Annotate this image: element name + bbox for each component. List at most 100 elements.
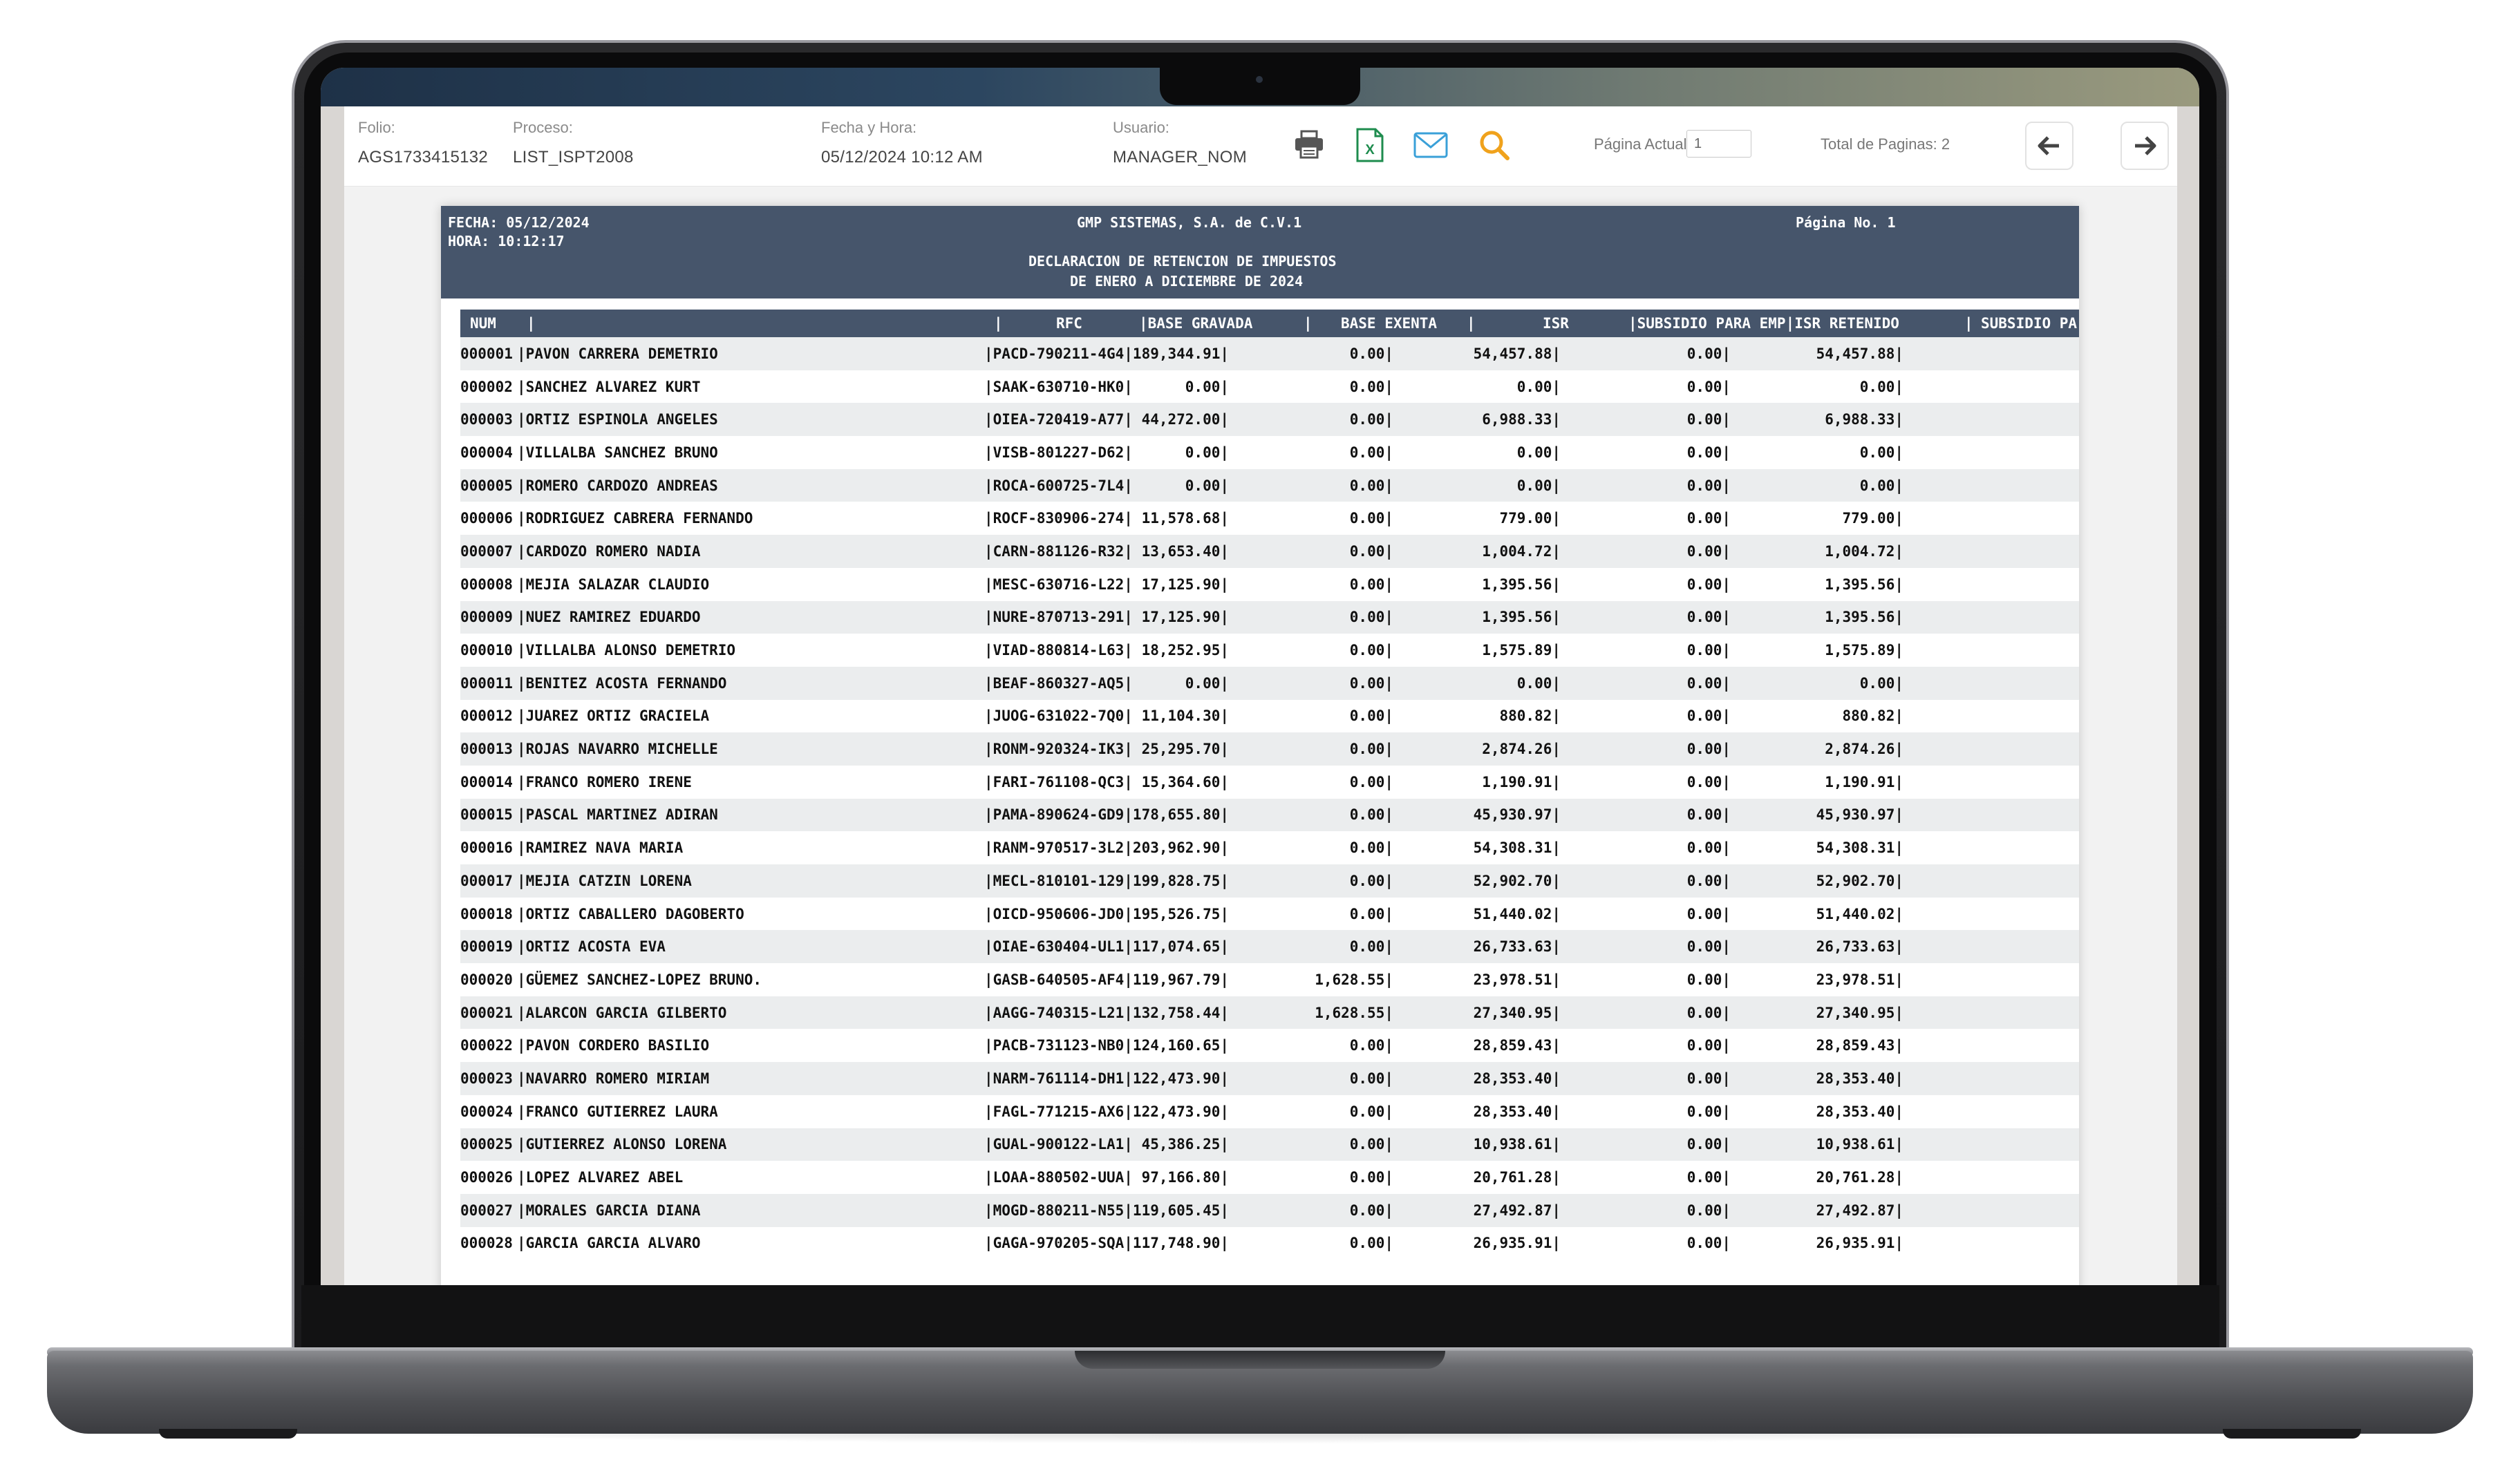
- usuario-field: Usuario: MANAGER_NOM: [1113, 119, 1247, 167]
- proceso-field: Proceso: LIST_ISPT2008: [513, 119, 634, 167]
- cell-num: 000027: [460, 1202, 513, 1219]
- cell-name: |JUAREZ ORTIZ GRACIELA: [517, 708, 710, 725]
- cell-num: 000021: [460, 1004, 513, 1021]
- table-row: 000016 |RAMIREZ NAVA MARIA |RANM-970517-3L…: [460, 831, 2079, 864]
- cell-name: |RODRIGUEZ CABRERA FERNANDO: [517, 510, 753, 527]
- col-base-exenta: BASE EXENTA: [1341, 315, 1438, 332]
- cell-num: 000015: [460, 806, 513, 824]
- report-page-number: Página No. 1: [1796, 214, 1896, 231]
- mail-icon[interactable]: [1410, 124, 1451, 166]
- table-row: 000023 |NAVARRO ROMERO MIRIAM |NARM-761114…: [460, 1062, 2079, 1095]
- cell-num: 000006: [460, 510, 513, 527]
- excel-icon[interactable]: X: [1349, 124, 1391, 166]
- col-num: NUM: [470, 315, 496, 332]
- col-rfc: RFC: [1056, 315, 1082, 332]
- cell-isr-retenido: 23,978.51|: [1816, 971, 1903, 988]
- table-row: 000024 |FRANCO GUTIERREZ LAURA |FAGL-77121…: [460, 1094, 2079, 1128]
- cell-name: |GARCIA GARCIA ALVARO: [517, 1235, 701, 1252]
- cell-isr-retenido: 27,492.87|: [1816, 1202, 1903, 1219]
- fecha-value: 05/12/2024 10:12 AM: [821, 148, 983, 167]
- cell-name: |ORTIZ CABALLERO DAGOBERTO: [517, 905, 744, 922]
- cell-name: |GUTIERREZ ALONSO LORENA: [517, 1136, 727, 1153]
- cell-num: 000008: [460, 576, 513, 593]
- report-page: FECHA: 05/12/2024 HORA: 10:12:17 GMP SIS…: [441, 206, 2079, 1285]
- laptop-opening-notch: [1075, 1351, 1445, 1369]
- cell-name: |VILLALBA ALONSO DEMETRIO: [517, 642, 736, 659]
- report-canvas[interactable]: FECHA: 05/12/2024 HORA: 10:12:17 GMP SIS…: [344, 187, 2177, 1285]
- folio-field: Folio: AGS1733415132: [358, 119, 488, 167]
- cell-num: 000020: [460, 971, 513, 988]
- cell-isr-retenido: 45,930.97|: [1816, 806, 1903, 824]
- table-row: 000010 |VILLALBA ALONSO DEMETRIO |VIAD-880…: [460, 634, 2079, 667]
- cell-num: 000028: [460, 1235, 513, 1252]
- table-row: 000026 |LOPEZ ALVAREZ ABEL |LOAA-880502-UU…: [460, 1161, 2079, 1194]
- print-icon[interactable]: [1288, 124, 1330, 166]
- cell-isr-retenido: 6,988.33|: [1825, 411, 1903, 428]
- cell-num: 000018: [460, 905, 513, 922]
- col-sep: |: [994, 315, 1003, 332]
- cell-num: 000016: [460, 839, 513, 857]
- cell-num: 000022: [460, 1037, 513, 1054]
- col-sep: |: [1964, 315, 1973, 332]
- fecha-label: Fecha y Hora:: [821, 119, 917, 136]
- cell-isr-retenido: 26,733.63|: [1816, 938, 1903, 956]
- cell-isr-retenido: 10,938.61|: [1816, 1136, 1903, 1153]
- search-icon[interactable]: [1474, 124, 1515, 166]
- cell-isr-retenido: 0.00|: [1859, 477, 1903, 494]
- cell-isr-retenido: 880.82|: [1842, 708, 1903, 725]
- cell-isr-retenido: 28,859.43|: [1816, 1037, 1903, 1054]
- cell-num: 000024: [460, 1103, 513, 1120]
- cell-name: |ROJAS NAVARRO MICHELLE: [517, 741, 718, 758]
- table-body: 000001 |PAVON CARRERA DEMETRIO |PACD-79021…: [460, 337, 2079, 1260]
- cell-isr-retenido: 1,190.91|: [1825, 773, 1903, 790]
- camera-notch: [1160, 66, 1360, 105]
- cell-isr-retenido: 28,353.40|: [1816, 1070, 1903, 1087]
- cell-isr-retenido: 1,004.72|: [1825, 542, 1903, 560]
- cell-isr-retenido: 20,761.28|: [1816, 1169, 1903, 1186]
- cell-isr-retenido: 779.00|: [1842, 510, 1903, 527]
- pagina-actual-input[interactable]: [1686, 130, 1751, 158]
- viewer-toolbar: Folio: AGS1733415132 Proceso: LIST_ISPT2…: [344, 106, 2177, 187]
- table-row: 000022 |PAVON CORDERO BASILIO |PACB-731123…: [460, 1029, 2079, 1063]
- screen-bezel: [301, 1285, 2219, 1353]
- cell-name: |ROMERO CARDOZO ANDREAS: [517, 477, 718, 494]
- cell-num: 000013: [460, 741, 513, 758]
- cell-name: |CARDOZO ROMERO NADIA: [517, 542, 701, 560]
- cell-num: 000025: [460, 1136, 513, 1153]
- table-row: 000009 |NUEZ RAMIREZ EDUARDO |NURE-870713-…: [460, 600, 2079, 634]
- table-row: 000025 |GUTIERREZ ALONSO LORENA |GUAL-9001…: [460, 1128, 2079, 1161]
- table-row: 000028 |GARCIA GARCIA ALVARO |GAGA-970205-…: [460, 1226, 2079, 1260]
- next-page-button[interactable]: [2121, 122, 2169, 170]
- table-row: 000015 |PASCAL MARTINEZ ADIRAN |PAMA-89062…: [460, 798, 2079, 832]
- cell-isr-retenido: 1,395.56|: [1825, 576, 1903, 593]
- report-subtitle: DE ENERO A DICIEMBRE DE 2024: [1070, 273, 1304, 290]
- cell-num: 000002: [460, 378, 513, 395]
- cell-name: |GÜEMEZ SANCHEZ-LOPEZ BRUNO.: [517, 971, 762, 988]
- usuario-label: Usuario:: [1113, 119, 1169, 136]
- cell-name: |ALARCON GARCIA GILBERTO: [517, 1004, 727, 1021]
- col-sep: |: [1304, 315, 1313, 332]
- table-row: 000017 |MEJIA CATZIN LORENA |MECL-810101-1…: [460, 864, 2079, 898]
- report-viewer-app: Folio: AGS1733415132 Proceso: LIST_ISPT2…: [344, 106, 2177, 1285]
- cell-num: 000005: [460, 477, 513, 494]
- cell-name: |RAMIREZ NAVA MARIA: [517, 839, 684, 857]
- cell-isr-retenido: 28,353.40|: [1816, 1103, 1903, 1120]
- col-isr: ISR: [1543, 315, 1569, 332]
- cell-name: |MEJIA SALAZAR CLAUDIO: [517, 576, 710, 593]
- col-subsidio-pa: SUBSIDIO PA: [1981, 315, 2078, 332]
- report-company: GMP SISTEMAS, S.A. de C.V.1: [1077, 214, 1302, 231]
- cell-num: 000012: [460, 708, 513, 725]
- table-row: 000007 |CARDOZO ROMERO NADIA |CARN-881126-…: [460, 535, 2079, 568]
- cell-isr-retenido: 54,457.88|: [1816, 345, 1903, 362]
- previous-page-button[interactable]: [2025, 122, 2074, 170]
- cell-isr-retenido: 52,902.70|: [1816, 872, 1903, 889]
- table-row: 000004 |VILLALBA SANCHEZ BRUNO |VISB-80122…: [460, 436, 2079, 469]
- pagina-actual-label: Página Actual:: [1594, 135, 1691, 153]
- proceso-value: LIST_ISPT2008: [513, 148, 634, 167]
- cell-name: |LOPEZ ALVAREZ ABEL: [517, 1169, 684, 1186]
- col-sep: |: [527, 315, 536, 332]
- col-base-gravada: |BASE GRAVADA: [1139, 315, 1253, 332]
- cell-num: 000010: [460, 642, 513, 659]
- table-header: NUM | | RFC |BASE GRAVADA | BASE EXENTA …: [460, 310, 2079, 337]
- table-row: 000014 |FRANCO ROMERO IRENE |FARI-761108-Q…: [460, 765, 2079, 799]
